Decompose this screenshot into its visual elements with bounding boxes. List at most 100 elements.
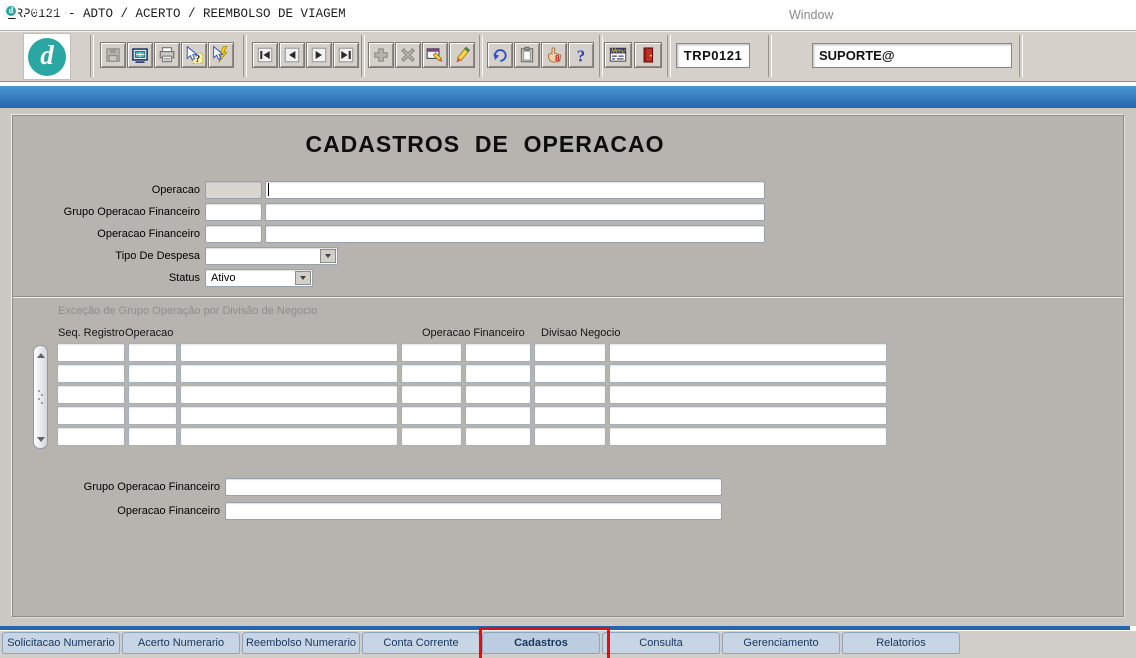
operacao-code-field[interactable] bbox=[205, 181, 262, 199]
application-window: TRP0121 - ADTO / ACERTO / REEMBOLSO DE V… bbox=[0, 0, 1136, 658]
block-view-button[interactable] bbox=[127, 42, 153, 68]
last-record-button[interactable] bbox=[333, 42, 359, 68]
grid-cell-divisao-desc[interactable] bbox=[609, 343, 887, 362]
grid-cell-operacao-desc[interactable] bbox=[180, 343, 398, 362]
next-record-button[interactable] bbox=[306, 42, 332, 68]
grid-cell-divisao-desc[interactable] bbox=[609, 364, 887, 383]
grid-cell-operacao-fin-code[interactable] bbox=[401, 343, 462, 362]
grid-cell-operacao-desc[interactable] bbox=[180, 364, 398, 383]
grid-cell-operacao-fin-code[interactable] bbox=[401, 427, 462, 446]
table-row bbox=[0, 385, 900, 406]
bottom-grupo-operacao-financeiro-label: Grupo Operacao Financeiro bbox=[0, 481, 220, 493]
grid-cell-divisao-desc[interactable] bbox=[609, 385, 887, 404]
previous-record-button[interactable] bbox=[279, 42, 305, 68]
username-field[interactable]: SUPORTE@ bbox=[812, 43, 1012, 68]
table-row bbox=[0, 364, 900, 385]
grid-cell-operacao-desc[interactable] bbox=[180, 385, 398, 404]
tipo-de-despesa-dropdown[interactable] bbox=[205, 247, 338, 265]
toolbar-separator bbox=[90, 35, 94, 77]
status-label: Status bbox=[0, 272, 200, 284]
grid-cell-operacao-code[interactable] bbox=[128, 364, 177, 383]
undo-button[interactable] bbox=[487, 42, 513, 68]
grid-cell-divisao-desc[interactable] bbox=[609, 427, 887, 446]
cursor-question-icon: ? bbox=[185, 46, 203, 64]
bottom-grupo-operacao-financeiro-field[interactable] bbox=[225, 478, 722, 496]
grid-cell-divisao-code[interactable] bbox=[534, 343, 606, 362]
grid-cell-seq-registro[interactable] bbox=[57, 364, 125, 383]
grid-cell-operacao-fin[interactable] bbox=[465, 406, 531, 425]
menu-window[interactable]: Window bbox=[789, 8, 833, 22]
tab-reembolso-numerario[interactable]: Reembolso Numerario bbox=[242, 632, 360, 654]
mini-logo-letter: d bbox=[6, 6, 16, 16]
grid-cell-operacao-code[interactable] bbox=[128, 406, 177, 425]
printer-icon bbox=[158, 46, 176, 64]
edit-button[interactable] bbox=[422, 42, 448, 68]
window-title-bar: TRP0121 - ADTO / ACERTO / REEMBOLSO DE V… bbox=[0, 0, 1136, 30]
svg-text:Menu: Menu bbox=[611, 49, 625, 55]
svg-text:?: ? bbox=[195, 54, 200, 64]
grid-cell-divisao-code[interactable] bbox=[534, 427, 606, 446]
grid-cell-operacao-code[interactable] bbox=[128, 343, 177, 362]
operacao-desc-field[interactable] bbox=[265, 181, 765, 199]
tab-gerenciamento[interactable]: Gerenciamento bbox=[722, 632, 840, 654]
operacao-fin-code-field[interactable] bbox=[205, 225, 262, 243]
section-divider bbox=[13, 296, 1123, 298]
enter-query-button[interactable]: ? bbox=[181, 42, 207, 68]
tab-conta-corrente[interactable]: Conta Corrente bbox=[362, 632, 480, 654]
grid-cell-operacao-fin[interactable] bbox=[465, 427, 531, 446]
grupo-code-field[interactable] bbox=[205, 203, 262, 221]
status-dropdown[interactable]: Ativo bbox=[205, 269, 313, 287]
help-button[interactable]: ? bbox=[568, 42, 594, 68]
menu-button[interactable]: Menu bbox=[604, 42, 632, 68]
tab-solicitacao-numerario[interactable]: Solicitacao Numerario bbox=[2, 632, 120, 654]
delete-record-button[interactable] bbox=[395, 42, 421, 68]
dropdown-arrow-button[interactable] bbox=[295, 271, 311, 285]
toolbar-separator bbox=[243, 35, 247, 77]
tab-acerto-numerario[interactable]: Acerto Numerario bbox=[122, 632, 240, 654]
grid-cell-divisao-desc[interactable] bbox=[609, 406, 887, 425]
grid-cell-operacao-fin-code[interactable] bbox=[401, 406, 462, 425]
first-record-button[interactable] bbox=[252, 42, 278, 68]
clipboard-button[interactable] bbox=[514, 42, 540, 68]
grid-cell-divisao-code[interactable] bbox=[534, 385, 606, 404]
bottom-operacao-financeiro-field[interactable] bbox=[225, 502, 722, 520]
tipo-de-despesa-label: Tipo De Despesa bbox=[0, 250, 200, 262]
svg-text:8: 8 bbox=[555, 53, 560, 63]
grid-cell-seq-registro[interactable] bbox=[57, 385, 125, 404]
dropdown-arrow-button[interactable] bbox=[320, 249, 336, 263]
print-button[interactable] bbox=[154, 42, 180, 68]
operacao-fin-desc-field[interactable] bbox=[265, 225, 765, 243]
execute-query-button[interactable] bbox=[208, 42, 234, 68]
toolbar-separator bbox=[1019, 35, 1023, 77]
screen-icon bbox=[131, 46, 149, 64]
insert-record-button[interactable] bbox=[368, 42, 394, 68]
grid-cell-operacao-desc[interactable] bbox=[180, 427, 398, 446]
grid-cell-operacao-code[interactable] bbox=[128, 385, 177, 404]
grid-cell-operacao-fin-code[interactable] bbox=[401, 385, 462, 404]
program-code-field[interactable]: TRP0121 bbox=[676, 43, 750, 68]
section-title: Exceção de Grupo Operação por Divisão de… bbox=[58, 305, 317, 317]
grid-cell-operacao-fin[interactable] bbox=[465, 385, 531, 404]
exit-button[interactable] bbox=[634, 42, 662, 68]
table-row bbox=[0, 343, 900, 364]
record-lock-button[interactable]: 8 bbox=[541, 42, 567, 68]
toolbar-separator bbox=[479, 35, 483, 77]
grid-cell-divisao-code[interactable] bbox=[534, 406, 606, 425]
toolbar-separator bbox=[667, 35, 671, 77]
save-button[interactable] bbox=[100, 42, 126, 68]
clear-button[interactable] bbox=[449, 42, 475, 68]
grid-cell-seq-registro[interactable] bbox=[57, 343, 125, 362]
grid-cell-divisao-code[interactable] bbox=[534, 364, 606, 383]
grid-cell-operacao-code[interactable] bbox=[128, 427, 177, 446]
grid-cell-operacao-fin-code[interactable] bbox=[401, 364, 462, 383]
grid-cell-operacao-fin[interactable] bbox=[465, 343, 531, 362]
floppy-disk-icon bbox=[104, 46, 122, 64]
grid-cell-operacao-fin[interactable] bbox=[465, 364, 531, 383]
grupo-desc-field[interactable] bbox=[265, 203, 765, 221]
grid-cell-operacao-desc[interactable] bbox=[180, 406, 398, 425]
toolbar-separator bbox=[361, 35, 365, 77]
tab-relatorios[interactable]: Relatorios bbox=[842, 632, 960, 654]
grid-cell-seq-registro[interactable] bbox=[57, 427, 125, 446]
tab-consulta[interactable]: Consulta bbox=[602, 632, 720, 654]
grid-cell-seq-registro[interactable] bbox=[57, 406, 125, 425]
